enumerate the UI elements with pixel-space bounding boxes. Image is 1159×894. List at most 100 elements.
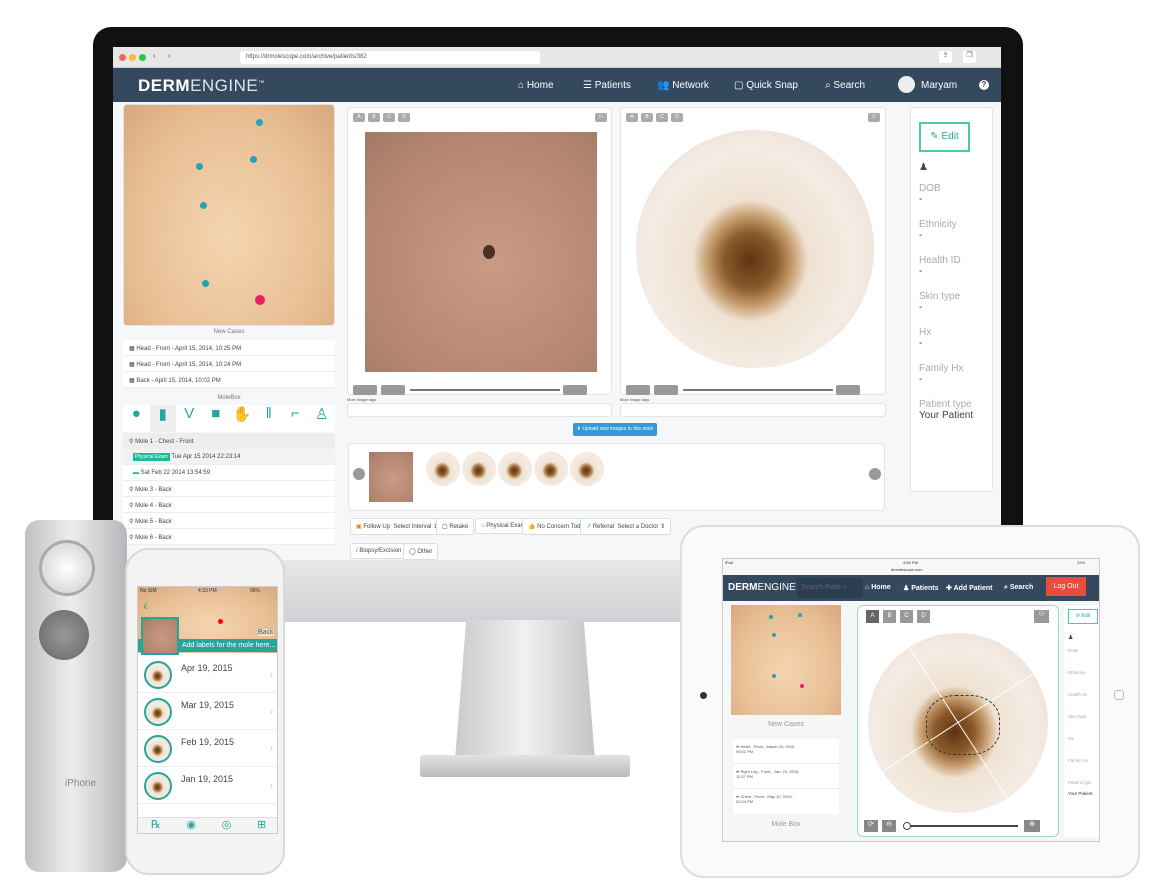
other-button[interactable]: ◯ Other	[403, 543, 439, 560]
view-tab-c[interactable]: C	[383, 113, 395, 122]
body-map[interactable]	[123, 104, 335, 326]
mole-pin[interactable]	[798, 613, 802, 617]
zoom-out-button[interactable]	[654, 385, 678, 395]
tabs-icon[interactable]: ❐	[963, 51, 976, 63]
avatar[interactable]	[898, 76, 915, 93]
rotate-button[interactable]	[353, 385, 377, 395]
mole-item[interactable]: ⚲ Mole 3 - Back	[123, 481, 335, 497]
edit-button[interactable]: ✎ Edit	[919, 122, 970, 152]
case-row[interactable]: ➦ Head - Front - March 19, 2015, 06:01 PM	[733, 739, 839, 764]
upload-button[interactable]: ⬆ Upload new images to this mole	[573, 423, 657, 436]
mole-item[interactable]: ⚲ Mole 4 - Back	[123, 497, 335, 513]
mole-pin[interactable]	[772, 633, 776, 637]
full-body-icon[interactable]: ♙	[309, 405, 336, 432]
rotate-button[interactable]	[626, 385, 650, 395]
tablet-dermoscopic-image[interactable]	[868, 633, 1048, 813]
back-icon[interactable]: ‹	[153, 51, 156, 60]
mole-pin-active[interactable]	[255, 295, 265, 305]
user-name[interactable]: Maryam	[921, 80, 957, 91]
share-icon[interactable]: ⇪	[939, 51, 952, 63]
help-icon[interactable]: ?	[979, 80, 989, 90]
dermoscopic-image[interactable]	[636, 130, 874, 368]
tags-input[interactable]	[620, 403, 886, 417]
zoom-slider[interactable]	[903, 822, 1018, 830]
timeline-thumb[interactable]	[570, 452, 604, 486]
zoom-out-button[interactable]	[381, 385, 405, 395]
biopsy-button[interactable]: / Biopsy/Excision	[350, 543, 408, 559]
view-tab-d[interactable]: D	[671, 113, 683, 122]
case-row[interactable]: ▦ Head - Front - April 15, 2014, 10:25 P…	[123, 340, 335, 356]
home-button[interactable]	[1114, 690, 1124, 700]
nav-home[interactable]: ⌂ Home	[518, 80, 554, 91]
case-row[interactable]: ▦ Head - Front - April 15, 2014, 10:24 P…	[123, 356, 335, 372]
history-item[interactable]: Mar 19, 2015 ›	[138, 694, 277, 730]
history-item[interactable]: Feb 19, 2015 ›	[138, 731, 277, 767]
zoom-in-button[interactable]: ⊕	[1024, 820, 1040, 832]
mole-entry[interactable]: ▬ Sat Feb 22 2014 13:54:59	[123, 465, 335, 481]
mole-pin-active[interactable]	[800, 684, 804, 688]
zoom-in-button[interactable]	[563, 385, 587, 395]
mole-pin[interactable]	[250, 156, 257, 163]
mole-item-selected[interactable]: ⚲ Mole 1 - Chest - Front	[123, 433, 335, 449]
nav-patients[interactable]: ♟ Patients	[903, 584, 938, 592]
history-item[interactable]: Jan 19, 2015 ›	[138, 768, 277, 804]
edit-button[interactable]: ⟳ Edit	[1068, 609, 1098, 624]
view-tab-a[interactable]: A	[353, 113, 365, 122]
nav-search[interactable]: ⌕ Search	[825, 80, 865, 91]
nav-add-patient[interactable]: ✚ Add Patient	[946, 584, 992, 592]
referral-button[interactable]: ↗ Referral Select a Doctor ⇕	[580, 518, 672, 535]
zoom-slider[interactable]	[683, 389, 833, 391]
view-tab-d[interactable]: D	[398, 113, 410, 122]
forward-icon[interactable]: ›	[168, 51, 171, 60]
head-icon[interactable]: ●	[123, 405, 150, 432]
arm-icon[interactable]: V	[176, 405, 203, 432]
clinical-image[interactable]	[365, 132, 597, 372]
nav-quick-snap[interactable]: ▢ Quick Snap	[734, 80, 798, 91]
medical-kit-icon[interactable]: ⊞	[257, 818, 266, 833]
zoom-slider[interactable]	[410, 389, 560, 391]
mole-entry[interactable]: Physical Exam Tue Apr 15 2014 22:23:14	[123, 449, 335, 465]
mole-pin-active[interactable]	[218, 619, 223, 624]
tags-input[interactable]	[347, 403, 612, 417]
logo[interactable]: DERMENGINE	[728, 582, 796, 593]
back-label[interactable]: Back	[258, 629, 274, 636]
view-tab-b[interactable]: B	[883, 610, 896, 623]
nav-patients[interactable]: ☰ Patients	[583, 80, 631, 91]
person-icon[interactable]: ⚇	[595, 113, 607, 122]
prev-arrow-icon[interactable]	[353, 468, 365, 480]
zoom-out-button[interactable]: ⊖	[882, 820, 896, 832]
logout-button[interactable]: Log Out	[1046, 577, 1086, 596]
foot-icon[interactable]: ⌐	[282, 405, 309, 432]
search-input[interactable]: Search Patie ⌕	[797, 578, 863, 598]
nav-network[interactable]: 👥 Network	[657, 80, 709, 91]
hips-icon[interactable]: ■	[203, 405, 230, 432]
nav-search[interactable]: ⌕ Search	[1004, 584, 1033, 592]
mole-pin[interactable]	[202, 280, 209, 287]
follow-up-button[interactable]: ▣ Follow Up Select Interval ⇕	[350, 518, 445, 535]
close-button[interactable]	[119, 54, 126, 61]
retake-button[interactable]: ▢ Retake	[436, 518, 475, 535]
torso-icon[interactable]: ▮	[149, 405, 176, 432]
legs-icon[interactable]: ‖	[256, 405, 283, 432]
maximize-button[interactable]	[139, 54, 146, 61]
view-tab-d[interactable]: D	[917, 610, 930, 623]
view-tab-c[interactable]: C	[656, 113, 668, 122]
zoom-in-button[interactable]	[836, 385, 860, 395]
view-tab-b[interactable]: B	[368, 113, 380, 122]
view-tab-a[interactable]: A	[626, 113, 638, 122]
timeline-thumb[interactable]	[534, 452, 568, 486]
url-bar[interactable]: https://drmolescope.com/archive/patients…	[240, 51, 540, 64]
mole-pin[interactable]	[196, 163, 203, 170]
timeline-thumb[interactable]	[462, 452, 496, 486]
timeline-thumb[interactable]	[369, 452, 413, 502]
logo[interactable]: DERMENGINE™	[138, 76, 265, 96]
rx-icon[interactable]: ℞	[151, 818, 161, 833]
nav-home[interactable]: ⌂ Home	[865, 584, 891, 591]
case-row[interactable]: ➦ Chest - Front - May 10, 2015, 02:24 PM	[733, 789, 839, 814]
person-icon[interactable]: ⚇	[1034, 610, 1049, 623]
timeline-thumb[interactable]	[498, 452, 532, 486]
profile-icon[interactable]: ◉	[186, 818, 196, 833]
mole-pin[interactable]	[256, 119, 263, 126]
compare-icon[interactable]: ◎	[222, 818, 232, 833]
url-bar[interactable]: drmolescope.com	[891, 567, 923, 572]
